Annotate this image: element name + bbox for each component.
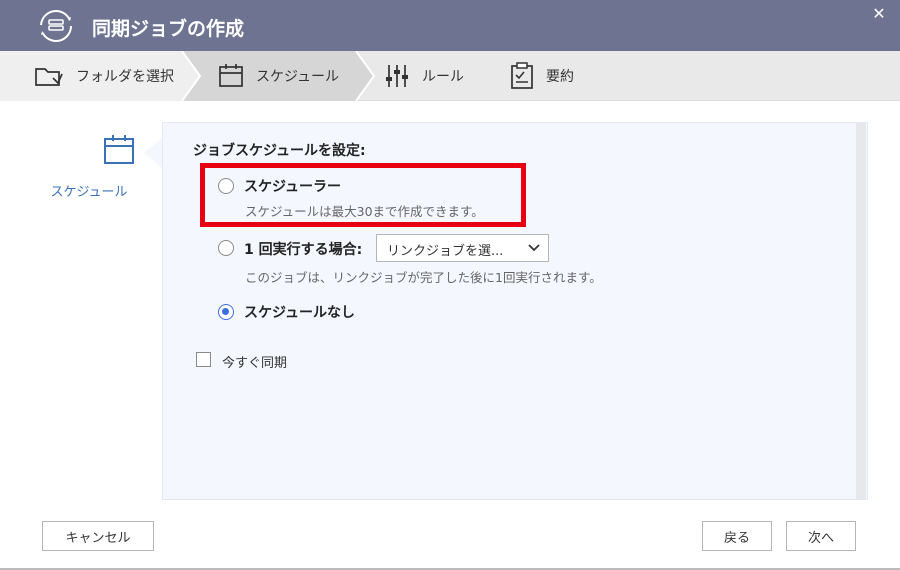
sync-job-icon [40, 10, 72, 42]
next-button[interactable]: 次へ [786, 521, 856, 551]
sync-now-checkbox[interactable] [196, 352, 211, 367]
close-button[interactable]: ✕ [870, 5, 888, 23]
wizard-steps: フォルダを選択 スケジュール ルール 要約 [0, 51, 900, 101]
no-schedule-label: スケジュールなし [244, 305, 356, 321]
scheduler-radio[interactable] [218, 178, 234, 194]
step-label: ルール [422, 69, 464, 85]
scheduler-label: スケジューラー [244, 179, 342, 195]
link-job-select[interactable]: リンクジョブを選... [376, 234, 549, 262]
sliders-icon [386, 65, 408, 87]
title-bar: 同期ジョブの作成 ✕ [0, 0, 900, 51]
sync-now-label: 今すぐ同期 [222, 356, 288, 371]
step-label: スケジュール [256, 69, 340, 85]
run-once-description: このジョブは、リンクジョブが完了した後に1回実行されます。 [245, 270, 602, 285]
panel-scrollbar[interactable] [856, 123, 866, 499]
scheduler-description: スケジュールは最大30まで作成できます。 [245, 204, 484, 219]
window-title: 同期ジョブの作成 [92, 18, 245, 40]
chevron-down-icon [528, 244, 540, 252]
section-title: ジョブスケジュールを設定: [193, 143, 366, 159]
run-once-radio[interactable] [218, 240, 234, 256]
step-label: 要約 [546, 69, 574, 85]
no-schedule-radio[interactable] [218, 304, 234, 320]
step-folder-select[interactable]: フォルダを選択 [34, 51, 174, 101]
calendar-icon [219, 64, 243, 87]
left-nav-schedule[interactable]: スケジュール [40, 133, 160, 200]
panel-pointer [144, 138, 162, 168]
step-rules[interactable]: ルール [384, 51, 464, 101]
calendar-icon [104, 135, 134, 164]
step-label: フォルダを選択 [76, 69, 174, 85]
cancel-button[interactable]: キャンセル [42, 521, 154, 551]
back-button[interactable]: 戻る [702, 521, 772, 551]
left-nav-label: スケジュール [50, 185, 128, 200]
run-once-label: 1 回実行する場合: [244, 242, 363, 258]
clipboard-icon [511, 62, 533, 89]
folder-select-icon [35, 68, 63, 86]
step-schedule[interactable]: スケジュール [218, 51, 339, 101]
step-summary[interactable]: 要約 [510, 51, 574, 101]
link-job-select-value: リンクジョブを選... [387, 244, 504, 259]
